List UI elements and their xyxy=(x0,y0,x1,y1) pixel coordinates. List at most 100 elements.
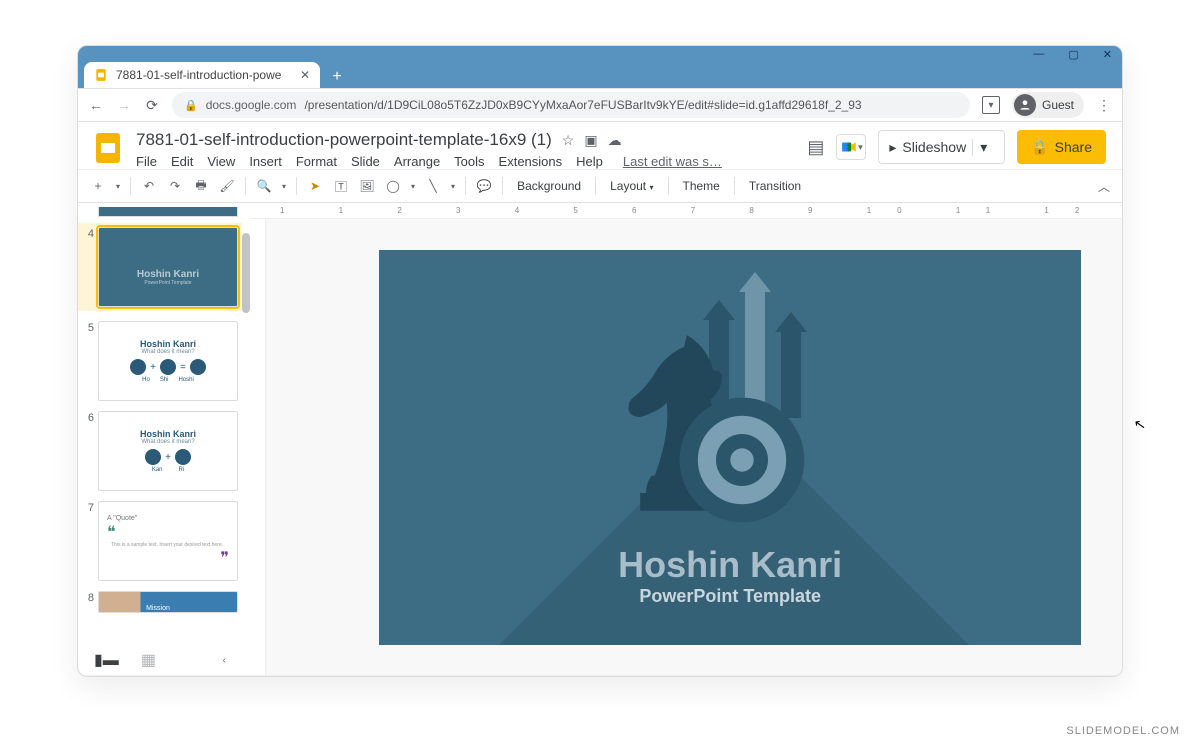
thumb-row-6: 6 Hoshin Kanri What does it mean? + KanR… xyxy=(84,411,238,491)
kebab-menu-icon[interactable]: ⋮ xyxy=(1096,97,1112,114)
slides-favicon-icon xyxy=(94,68,108,82)
browser-tab[interactable]: 7881-01-self-introduction-powe ✕ xyxy=(84,62,320,88)
thumb-number: 6 xyxy=(84,411,94,491)
thumb-8[interactable]: Mission xyxy=(98,591,238,613)
maximize-icon[interactable]: ▢ xyxy=(1068,48,1078,61)
address-bar: ← → ⟳ 🔒 docs.google.com/presentation/d/1… xyxy=(78,88,1122,122)
menu-extensions[interactable]: Extensions xyxy=(499,154,563,169)
menu-tools[interactable]: Tools xyxy=(454,154,484,169)
thumb-4[interactable]: Hoshin Kanri PowerPoint Template xyxy=(98,227,238,307)
filmstrip: 4 Hoshin Kanri PowerPoint Template 5 Hos… xyxy=(78,203,242,675)
menu-slide[interactable]: Slide xyxy=(351,154,380,169)
menu-insert[interactable]: Insert xyxy=(249,154,282,169)
ruler-vertical[interactable] xyxy=(250,219,266,675)
mouse-cursor-icon: ↖ xyxy=(1133,415,1148,434)
menu-arrange[interactable]: Arrange xyxy=(394,154,440,169)
doc-header: 7881-01-self-introduction-powerpoint-tem… xyxy=(78,122,1122,169)
menu-view[interactable]: View xyxy=(207,154,235,169)
menu-bar: File Edit View Insert Format Slide Arran… xyxy=(136,154,797,169)
thumb-peek-prev[interactable] xyxy=(98,207,238,217)
menu-file[interactable]: File xyxy=(136,154,157,169)
slides-logo-icon[interactable] xyxy=(90,130,126,166)
forward-icon[interactable]: → xyxy=(116,97,132,113)
browser-window: — ▢ ✕ 7881-01-self-introduction-powe ✕ +… xyxy=(77,45,1123,677)
close-tab-icon[interactable]: ✕ xyxy=(300,68,310,82)
doc-title[interactable]: 7881-01-self-introduction-powerpoint-tem… xyxy=(136,130,552,150)
watermark: SLIDEMODEL.COM xyxy=(1066,725,1180,737)
thumb-5[interactable]: Hoshin Kanri What does it mean? += HoShi… xyxy=(98,321,238,401)
zoom-icon[interactable]: 🔍 xyxy=(256,179,272,193)
image-icon[interactable]: 🖼 xyxy=(359,179,375,193)
slideshow-icon: ▸ xyxy=(889,139,896,156)
thumb-row-7: 7 A "Quote" ❝ This is a sample text. Ins… xyxy=(84,501,238,581)
thumb-row-4: 4 Hoshin Kanri PowerPoint Template xyxy=(78,223,242,311)
layout-button[interactable]: Layout ▾ xyxy=(606,177,657,195)
install-app-icon[interactable]: ▾ xyxy=(982,96,1000,114)
reload-icon[interactable]: ⟳ xyxy=(144,97,160,114)
select-tool-icon[interactable]: ➤ xyxy=(307,179,323,193)
filmstrip-scrollbar[interactable] xyxy=(242,203,250,675)
print-icon[interactable]: 🖶 xyxy=(193,176,209,197)
filmstrip-view-icon[interactable]: ▮▬ xyxy=(94,650,119,670)
slide-subtitle[interactable]: PowerPoint Template xyxy=(379,586,1081,607)
slideshow-label: Slideshow xyxy=(902,139,966,155)
collapse-toolbar-icon[interactable]: ︿ xyxy=(1098,178,1110,195)
star-icon[interactable]: ☆ xyxy=(562,132,575,149)
profile-chip[interactable]: Guest xyxy=(1012,92,1084,118)
workspace: 4 Hoshin Kanri PowerPoint Template 5 Hos… xyxy=(78,203,1122,676)
slide-title[interactable]: Hoshin Kanri xyxy=(379,544,1081,586)
line-icon[interactable]: ╲ xyxy=(425,179,441,193)
window-controls: — ▢ ✕ xyxy=(78,46,1122,62)
profile-label: Guest xyxy=(1042,98,1074,112)
url-host: docs.google.com xyxy=(206,98,297,112)
back-icon[interactable]: ← xyxy=(88,97,104,113)
share-button[interactable]: 🔒 Share xyxy=(1017,130,1106,164)
new-tab-button[interactable]: + xyxy=(326,66,348,88)
shape-icon[interactable]: ◯ xyxy=(385,179,401,193)
grid-view-icon[interactable]: ▦ xyxy=(141,650,156,670)
lock-icon: 🔒 xyxy=(184,99,198,112)
url-path: /presentation/d/1D9CiL08o5T6ZzJD0xB9CYyM… xyxy=(304,98,861,112)
thumb-6[interactable]: Hoshin Kanri What does it mean? + KanRi xyxy=(98,411,238,491)
target-icon xyxy=(677,395,807,525)
slideshow-button[interactable]: ▸ Slideshow ▾ xyxy=(878,130,1005,164)
omnibox[interactable]: 🔒 docs.google.com/presentation/d/1D9CiL0… xyxy=(172,92,970,118)
thumb-number: 4 xyxy=(84,227,94,307)
view-switcher: ▮▬ ▦ ‹ xyxy=(78,645,242,675)
theme-button[interactable]: Theme xyxy=(679,177,724,195)
slide-canvas[interactable]: Hoshin Kanri PowerPoint Template xyxy=(379,250,1081,645)
thumb-row-8: 8 Mission xyxy=(84,591,238,613)
comment-icon[interactable]: 💬 xyxy=(476,179,492,193)
cloud-status-icon[interactable]: ☁ xyxy=(608,132,622,149)
tab-strip: 7881-01-self-introduction-powe ✕ + xyxy=(78,62,1122,88)
last-edit-link[interactable]: Last edit was s… xyxy=(623,154,722,169)
slides-app: 7881-01-self-introduction-powerpoint-tem… xyxy=(78,122,1122,676)
toolbar: +▾ ↶ ↷ 🖶 🖌 🔍▾ ➤ 🅃 🖼 ◯▾ ╲▾ 💬 Background L… xyxy=(78,169,1122,203)
meet-button[interactable]: ▾ xyxy=(836,134,866,160)
thumb-number: 5 xyxy=(84,321,94,401)
menu-format[interactable]: Format xyxy=(296,154,337,169)
paint-format-icon[interactable]: 🖌 xyxy=(219,179,235,193)
background-button[interactable]: Background xyxy=(513,177,585,195)
menu-help[interactable]: Help xyxy=(576,154,603,169)
redo-icon[interactable]: ↷ xyxy=(167,179,183,193)
close-window-icon[interactable]: ✕ xyxy=(1103,48,1112,61)
slideshow-dropdown-icon[interactable]: ▾ xyxy=(972,139,994,156)
comment-history-icon[interactable]: ▤ xyxy=(807,137,824,158)
canvas-area: 1 1 2 3 4 5 6 7 8 9 10 11 12 13 xyxy=(250,203,1123,675)
menu-edit[interactable]: Edit xyxy=(171,154,193,169)
share-lock-icon: 🔒 xyxy=(1031,139,1048,156)
textbox-icon[interactable]: 🅃 xyxy=(333,178,349,195)
thumb-row-5: 5 Hoshin Kanri What does it mean? += HoS… xyxy=(84,321,238,401)
thumb-7[interactable]: A "Quote" ❝ This is a sample text. Inser… xyxy=(98,501,238,581)
minimize-icon[interactable]: — xyxy=(1033,48,1044,60)
thumb-number: 7 xyxy=(84,501,94,581)
new-slide-button[interactable]: + xyxy=(90,179,106,193)
move-icon[interactable]: ▣ xyxy=(584,132,597,149)
undo-icon[interactable]: ↶ xyxy=(141,179,157,193)
ruler-horizontal[interactable]: 1 1 2 3 4 5 6 7 8 9 10 11 12 13 xyxy=(250,203,1123,219)
filmstrip-collapse-icon[interactable]: ‹ xyxy=(223,655,226,666)
transition-button[interactable]: Transition xyxy=(745,177,805,195)
meet-icon xyxy=(840,138,858,156)
slide-stage[interactable]: Hoshin Kanri PowerPoint Template ✦ xyxy=(266,219,1123,675)
